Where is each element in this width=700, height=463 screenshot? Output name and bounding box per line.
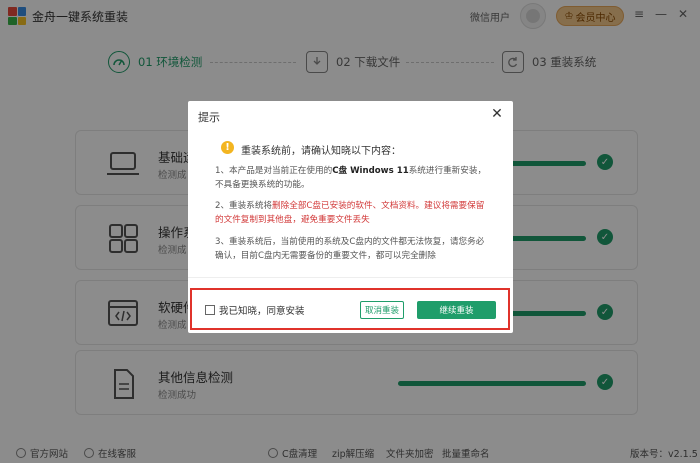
close-icon[interactable]: ✕ [490,107,504,121]
notice-paragraph-3: 3、重装系统后，当前使用的系统及C盘内的文件都无法恢复，请您务必确认，目前C盘内… [215,237,485,261]
dialog-heading: 重装系统前，请确认知晓以下内容： [241,146,401,157]
highlight-annotation [190,288,510,330]
dialog-title: 提示 [198,111,220,124]
notice-paragraph-1: 1、本产品是对当前正在使用的C盘 Windows 11系统进行重新安装，不具备更… [215,166,487,190]
dialog-divider [188,277,513,278]
notice-paragraph-2: 2、重装系统将删除全部C盘已安装的软件、文档资料。建议将需要保留的文件复制到其他… [215,201,485,225]
warning-icon: ! [221,141,234,154]
